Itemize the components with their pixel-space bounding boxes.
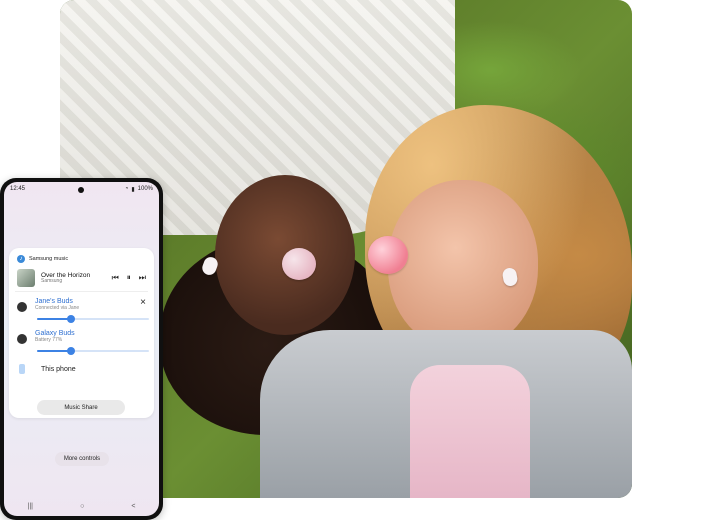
volume-slider-fill	[37, 350, 71, 352]
device-subtitle: Connected via Jane	[35, 304, 80, 311]
music-app-header: ♪ Samsung music	[9, 248, 154, 267]
volume-slider[interactable]	[37, 315, 149, 323]
status-time: 12:45	[10, 186, 26, 192]
track-artist: Samsung	[41, 277, 63, 284]
volume-slider[interactable]	[37, 347, 149, 355]
pause-icon[interactable]: ⏸	[127, 273, 131, 283]
navigation-bar: ||| ○ <	[4, 503, 159, 510]
wifi-icon: ◔	[124, 186, 129, 192]
device-subtitle: Battery 77%	[35, 336, 63, 343]
track-text: Over the Horizon Samsung	[41, 272, 112, 285]
device-row: Jane's Buds Connected via Jane ×	[17, 298, 146, 312]
phone-screen: 12:45 ◔ ▮ 100% ♪ Samsung music Over the …	[4, 182, 159, 516]
music-share-button[interactable]: Music Share	[37, 400, 125, 415]
volume-slider-knob[interactable]	[66, 347, 75, 355]
earbuds-icon	[17, 302, 27, 312]
next-track-icon[interactable]: ⏭	[139, 273, 146, 283]
media-output-panel: ♪ Samsung music Over the Horizon Samsung…	[9, 248, 154, 418]
music-app-icon: ♪	[17, 255, 25, 263]
shirt-area	[410, 365, 530, 498]
device-row: Galaxy Buds Battery 77%	[17, 330, 146, 344]
home-icon[interactable]: ○	[80, 503, 84, 510]
album-art	[17, 269, 35, 287]
signal-icon: ▮	[131, 186, 135, 193]
phone-icon	[19, 364, 25, 374]
close-icon[interactable]: ×	[140, 298, 146, 308]
now-playing-row: Over the Horizon Samsung ⏮ ⏸ ⏭	[9, 267, 154, 291]
battery-percent: 100%	[137, 186, 153, 192]
device-galaxy-buds[interactable]: Galaxy Buds Battery 77%	[9, 324, 154, 356]
volume-slider-knob[interactable]	[66, 315, 75, 323]
bubblegum-left	[282, 248, 316, 280]
device-janes-buds[interactable]: Jane's Buds Connected via Jane ×	[9, 292, 154, 324]
previous-track-icon[interactable]: ⏮	[112, 273, 119, 283]
device-text: Jane's Buds Connected via Jane	[35, 298, 140, 311]
music-app-name: Samsung music	[29, 256, 69, 262]
this-phone-row[interactable]: This phone	[9, 356, 154, 380]
volume-slider-fill	[37, 318, 71, 320]
media-controls: ⏮ ⏸ ⏭	[112, 273, 146, 283]
face-right	[388, 180, 538, 350]
more-controls-button[interactable]: More controls	[55, 452, 109, 466]
phone-device: 12:45 ◔ ▮ 100% ♪ Samsung music Over the …	[0, 178, 163, 520]
status-icons: ◔ ▮ 100%	[125, 186, 153, 193]
earbuds-icon	[17, 334, 27, 344]
recent-apps-icon[interactable]: |||	[28, 503, 33, 510]
device-text: Galaxy Buds Battery 77%	[35, 330, 146, 343]
front-camera	[78, 187, 84, 193]
back-icon[interactable]: <	[131, 503, 135, 510]
bubblegum-right	[368, 236, 408, 274]
this-phone-label: This phone	[41, 365, 76, 373]
